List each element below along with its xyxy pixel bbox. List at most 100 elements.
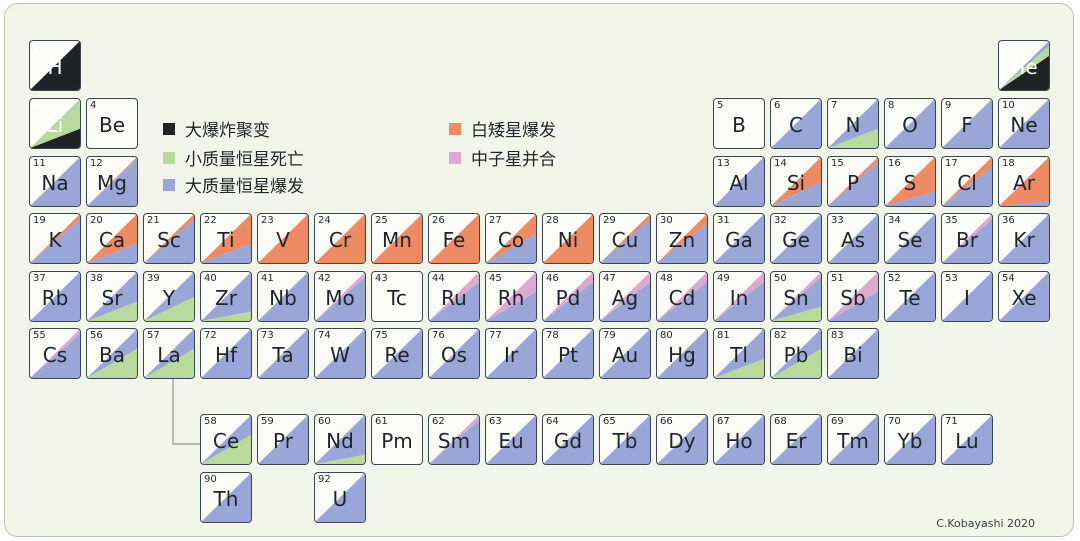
element-tile-pt: 78 Pt [542, 328, 594, 379]
element-tile-dy: 66 Dy [656, 414, 708, 465]
element-tile-sr: 38 Sr [86, 271, 138, 322]
element-symbol: In [729, 286, 749, 310]
atomic-number: 80 [660, 330, 673, 341]
element-tile-ba: 56 Ba [86, 328, 138, 379]
element-symbol: Eu [498, 429, 524, 453]
legend-label-white-dwarf: 白矮星爆发 [471, 121, 556, 141]
atomic-number: 78 [546, 330, 559, 341]
element-symbol: Ta [272, 343, 294, 367]
element-symbol: N [845, 113, 861, 137]
element-tile-ti: 22 Ti [200, 213, 252, 264]
element-symbol: He [1010, 55, 1038, 79]
atomic-number: 33 [831, 215, 844, 226]
element-tile-ga: 31 Ga [713, 213, 765, 264]
atomic-number: 36 [1002, 215, 1015, 226]
periodic-table-board: 大爆炸聚变 小质量恒星死亡 大质量恒星爆发 白矮星爆发 中子星并合 C.Koba… [4, 3, 1074, 537]
legend-item-low-mass-star: 小质量恒星死亡 [163, 145, 304, 170]
atomic-number: 71 [945, 416, 958, 427]
atomic-number: 49 [717, 273, 730, 284]
atomic-number: 31 [717, 215, 730, 226]
element-symbol: V [276, 228, 290, 252]
atomic-number: 66 [660, 416, 673, 427]
atomic-number: 3 [33, 100, 40, 111]
element-symbol: Rh [497, 286, 525, 310]
element-tile-sb: 51 Sb [827, 271, 879, 322]
element-tile-sm: 62 Sm [428, 414, 480, 465]
element-symbol: Hf [214, 343, 238, 367]
element-symbol: Os [440, 343, 468, 367]
element-tile-xe: 54 Xe [998, 271, 1050, 322]
element-tile-se: 34 Se [884, 213, 936, 264]
element-tile-ta: 73 Ta [257, 328, 309, 379]
legend-item-white-dwarf: 白矮星爆发 [449, 116, 556, 141]
element-tile-s: 16 S [884, 156, 936, 207]
atomic-number: 24 [318, 215, 331, 226]
element-symbol: As [840, 228, 866, 252]
element-tile-lu: 71 Lu [941, 414, 993, 465]
atomic-number: 38 [90, 273, 103, 284]
element-symbol: Gd [553, 429, 583, 453]
element-tile-b: 5B [713, 98, 765, 149]
legend-label-neutron-star-merger: 中子星并合 [471, 150, 556, 170]
element-tile-pd: 46 Pd [542, 271, 594, 322]
legend-swatch-white-dwarf [449, 122, 461, 135]
atomic-number: 37 [33, 273, 46, 284]
atomic-number: 35 [945, 215, 958, 226]
element-tile-li: 3 Li [29, 98, 81, 149]
element-symbol: K [48, 228, 62, 252]
atomic-number: 47 [603, 273, 616, 284]
element-symbol: Ge [782, 228, 810, 252]
element-symbol: Ir [503, 343, 519, 367]
element-tile-er: 68 Er [770, 414, 822, 465]
atomic-number: 12 [90, 158, 103, 169]
element-tile-hf: 72 Hf [200, 328, 252, 379]
atomic-number: 75 [375, 330, 388, 341]
element-symbol: Ti [217, 228, 235, 252]
element-tile-as: 33 As [827, 213, 879, 264]
element-symbol: Mg [97, 171, 127, 195]
element-tile-re: 75 Re [371, 328, 423, 379]
element-symbol: Ni [557, 228, 579, 252]
atomic-number: 68 [774, 416, 787, 427]
atomic-number: 30 [660, 215, 673, 226]
element-tile-sn: 50 Sn [770, 271, 822, 322]
atomic-number: 63 [489, 416, 502, 427]
element-symbol: Sb [840, 286, 866, 310]
element-tile-be: 4 Be [86, 98, 138, 149]
atomic-number: 14 [774, 158, 787, 169]
element-symbol: Br [956, 228, 978, 252]
atomic-number: 4 [90, 100, 97, 111]
element-symbol: Mo [325, 286, 355, 310]
element-symbol: Pm [381, 429, 413, 453]
element-tile-ni: 28 Ni [542, 213, 594, 264]
legend-item-big-bang: 大爆炸聚变 [163, 116, 270, 141]
element-tile-ge: 32 Ge [770, 213, 822, 264]
element-symbol: Cu [611, 228, 639, 252]
atomic-number: 26 [432, 215, 445, 226]
element-tile-pr: 59 Pr [257, 414, 309, 465]
element-tile-tm: 69 Tm [827, 414, 879, 465]
atomic-number: 62 [432, 416, 445, 427]
element-tile-ir: 77 Ir [485, 328, 537, 379]
atomic-number: 34 [888, 215, 901, 226]
element-symbol: Se [897, 228, 923, 252]
atomic-number: 45 [489, 273, 502, 284]
element-tile-i: 53 I [941, 271, 993, 322]
element-tile-fe: 26 Fe [428, 213, 480, 264]
element-tile-n: 7N [827, 98, 879, 149]
element-tile-al: 13 Al [713, 156, 765, 207]
atomic-number: 6 [774, 100, 781, 111]
element-symbol: Ce [212, 429, 240, 453]
element-tile-w: 74 W [314, 328, 366, 379]
atomic-number: 42 [318, 273, 331, 284]
element-symbol: Th [213, 487, 239, 511]
element-symbol: I [964, 286, 970, 310]
element-tile-mo: 42 Mo [314, 271, 366, 322]
element-tile-te: 52 Te [884, 271, 936, 322]
element-symbol: Be [98, 113, 126, 137]
element-tile-c: 6C [770, 98, 822, 149]
atomic-number: 39 [147, 273, 160, 284]
element-symbol: Si [786, 171, 806, 195]
element-tile-pb: 82 Pb [770, 328, 822, 379]
element-tile-rh: 45 Rh [485, 271, 537, 322]
